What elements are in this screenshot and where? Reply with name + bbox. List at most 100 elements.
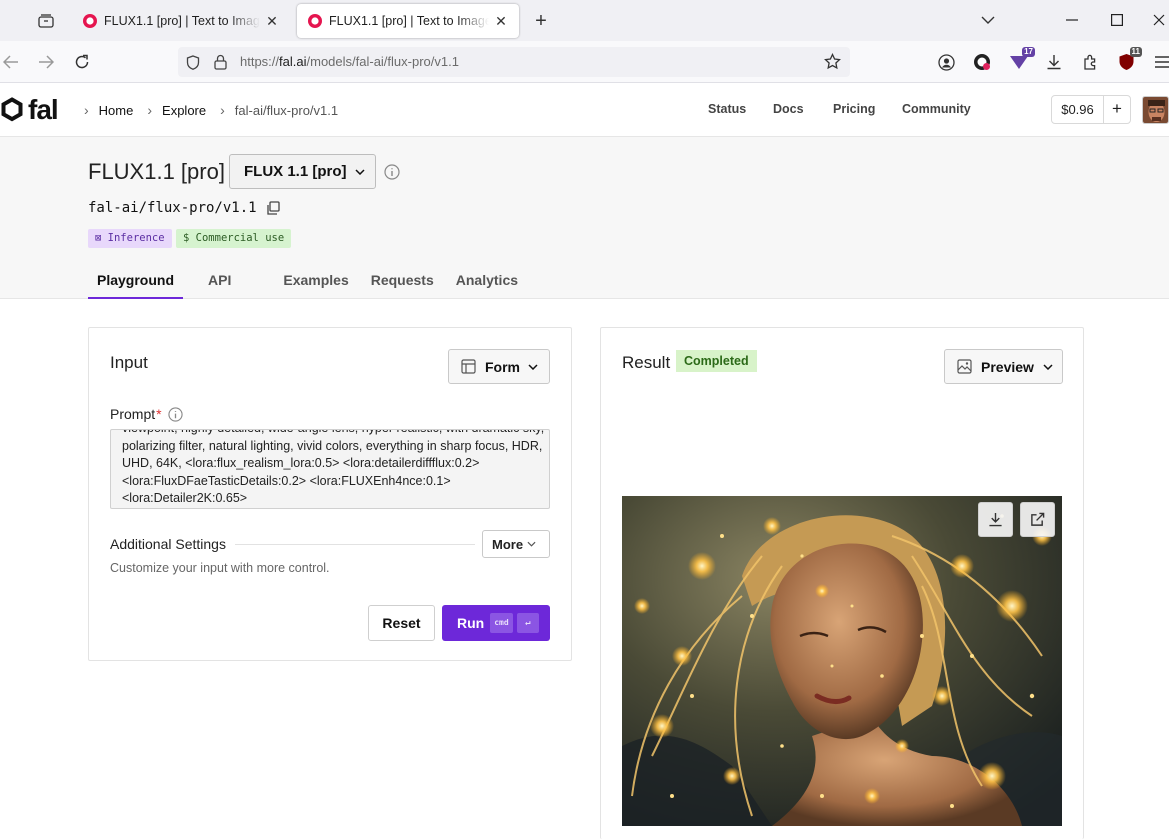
breadcrumb-home[interactable]: Home <box>99 103 134 118</box>
fal-favicon-icon <box>83 14 97 28</box>
reload-icon[interactable] <box>71 51 93 73</box>
preview-mode-label: Preview <box>981 358 1034 375</box>
list-tabs-icon[interactable] <box>976 9 1000 31</box>
version-select-label: FLUX 1.1 [pro] <box>244 163 347 180</box>
browser-tab[interactable]: FLUX1.1 [pro] | Text to Image | AI Playg… <box>72 4 290 38</box>
result-panel: Result Completed Preview <box>600 327 1084 839</box>
chevron-down-icon <box>1043 363 1053 370</box>
open-image-button[interactable] <box>1020 502 1055 537</box>
model-tabs: Playground API Examples Requests Analyti… <box>88 272 527 299</box>
fal-logo-icon <box>1 97 23 122</box>
tab-api[interactable]: API <box>199 272 240 299</box>
run-button[interactable]: Run cmd ↵ <box>442 605 550 641</box>
breadcrumb: › Home › Explore › fal-ai/flux-pro/v1.1 <box>84 102 352 118</box>
result-image[interactable] <box>622 496 1062 826</box>
form-mode-select[interactable]: Form <box>448 349 550 384</box>
bookmark-star-icon[interactable] <box>824 53 841 70</box>
avatar[interactable] <box>1142 96 1169 124</box>
credit-amount[interactable]: $0.96 <box>1052 96 1104 123</box>
tab-requests[interactable]: Requests <box>362 272 443 299</box>
version-select[interactable]: FLUX 1.1 [pro] <box>229 154 376 189</box>
form-mode-label: Form <box>485 358 520 375</box>
url-text: https://fal.ai/models/fal-ai/flux-pro/v1… <box>240 54 459 69</box>
extensions-puzzle-icon[interactable] <box>1079 51 1101 73</box>
site-header: fal › Home › Explore › fal-ai/flux-pro/v… <box>0 83 1169 137</box>
nav-pricing[interactable]: Pricing <box>833 102 875 116</box>
commercial-use-tag: $ Commercial use <box>176 229 292 248</box>
reset-button[interactable]: Reset <box>368 605 435 641</box>
menu-icon[interactable] <box>1151 51 1169 73</box>
browser-nav-bar: https://fal.ai/models/fal-ai/flux-pro/v1… <box>0 41 1169 83</box>
tab-playground[interactable]: Playground <box>88 272 184 299</box>
fal-favicon-icon <box>308 14 322 28</box>
enter-key-hint: ↵ <box>516 613 539 633</box>
address-bar[interactable]: https://fal.ai/models/fal-ai/flux-pro/v1… <box>178 47 850 77</box>
maximize-icon[interactable] <box>1105 9 1129 31</box>
chevron-down-icon <box>354 168 365 175</box>
grid-icon: ⊠ <box>95 232 102 244</box>
account-icon[interactable] <box>935 51 957 73</box>
generated-image <box>622 496 1062 826</box>
purple-extension-icon[interactable]: 17 <box>1008 47 1035 73</box>
image-icon <box>957 359 972 374</box>
download-image-button[interactable] <box>978 502 1013 537</box>
inference-tag: ⊠ Inference <box>88 229 172 248</box>
prompt-textarea[interactable]: viewpoint, highly detailed, wide-angle l… <box>110 429 550 509</box>
close-tab-icon[interactable]: ✕ <box>264 13 280 29</box>
tab-title: FLUX1.1 [pro] | Text to Image | AI Playg… <box>329 14 489 28</box>
nav-community[interactable]: Community <box>902 102 971 116</box>
logo-text: fal <box>28 94 59 125</box>
close-window-icon[interactable] <box>1147 9 1169 31</box>
downloads-icon[interactable] <box>1043 51 1065 73</box>
prompt-label: Prompt * <box>110 406 183 422</box>
close-tab-icon[interactable]: ✕ <box>493 13 509 29</box>
input-panel: Input Form Prompt* viewpoint, highly det… <box>88 327 572 661</box>
new-tab-button[interactable]: + <box>530 10 552 32</box>
back-icon[interactable] <box>0 51 22 73</box>
forward-icon[interactable] <box>35 51 57 73</box>
extension-badge: 17 <box>1022 47 1035 57</box>
lock-icon[interactable] <box>214 54 227 70</box>
copy-icon[interactable] <box>266 201 280 215</box>
credit-balance: $0.96 + <box>1051 95 1131 124</box>
divider <box>235 544 475 545</box>
chevron-right-icon: › <box>220 102 225 118</box>
user-avatar-image <box>1143 97 1168 123</box>
input-title: Input <box>110 353 148 372</box>
result-title: Result <box>622 353 671 372</box>
minimize-icon[interactable] <box>1060 9 1084 31</box>
additional-settings-label: Additional Settings <box>110 536 226 552</box>
status-badge: Completed <box>676 350 757 372</box>
model-id: fal-ai/flux-pro/v1.1 <box>88 200 280 216</box>
tab-overview-icon[interactable] <box>35 10 57 32</box>
ublock-icon[interactable]: 11 <box>1115 47 1142 73</box>
form-layout-icon <box>461 359 476 374</box>
more-settings-button[interactable]: More <box>482 530 550 558</box>
cmd-key-hint: cmd <box>490 613 513 633</box>
tab-title: FLUX1.1 [pro] | Text to Image | AI Playg… <box>104 14 260 28</box>
required-marker: * <box>156 406 162 422</box>
model-header: FLUX1.1 [pro] FLUX 1.1 [pro] fal-ai/flux… <box>0 137 1169 299</box>
download-icon <box>989 512 1002 527</box>
info-icon[interactable] <box>167 406 183 422</box>
chevron-down-icon <box>528 363 538 370</box>
chevron-right-icon: › <box>147 102 153 118</box>
add-credits-button[interactable]: + <box>1104 96 1130 123</box>
external-link-icon <box>1031 512 1045 526</box>
tab-examples[interactable]: Examples <box>274 272 357 299</box>
page-title: FLUX1.1 [pro] <box>88 159 225 184</box>
nav-docs[interactable]: Docs <box>773 102 804 116</box>
prompt-text: viewpoint, highly detailed, wide-angle l… <box>122 430 544 505</box>
preview-mode-select[interactable]: Preview <box>944 349 1063 384</box>
tab-analytics[interactable]: Analytics <box>447 272 527 299</box>
shield-icon[interactable] <box>186 55 200 70</box>
fal-logo[interactable]: fal <box>0 94 59 125</box>
breadcrumb-current[interactable]: fal-ai/flux-pro/v1.1 <box>235 103 338 118</box>
nav-status[interactable]: Status <box>708 102 746 116</box>
privacy-extension-icon[interactable] <box>971 51 993 73</box>
browser-tab-active[interactable]: FLUX1.1 [pro] | Text to Image | AI Playg… <box>297 4 519 38</box>
breadcrumb-explore[interactable]: Explore <box>162 103 206 118</box>
model-id-text: fal-ai/flux-pro/v1.1 <box>88 200 257 216</box>
dollar-icon: $ <box>183 232 190 244</box>
info-icon[interactable] <box>384 164 400 180</box>
